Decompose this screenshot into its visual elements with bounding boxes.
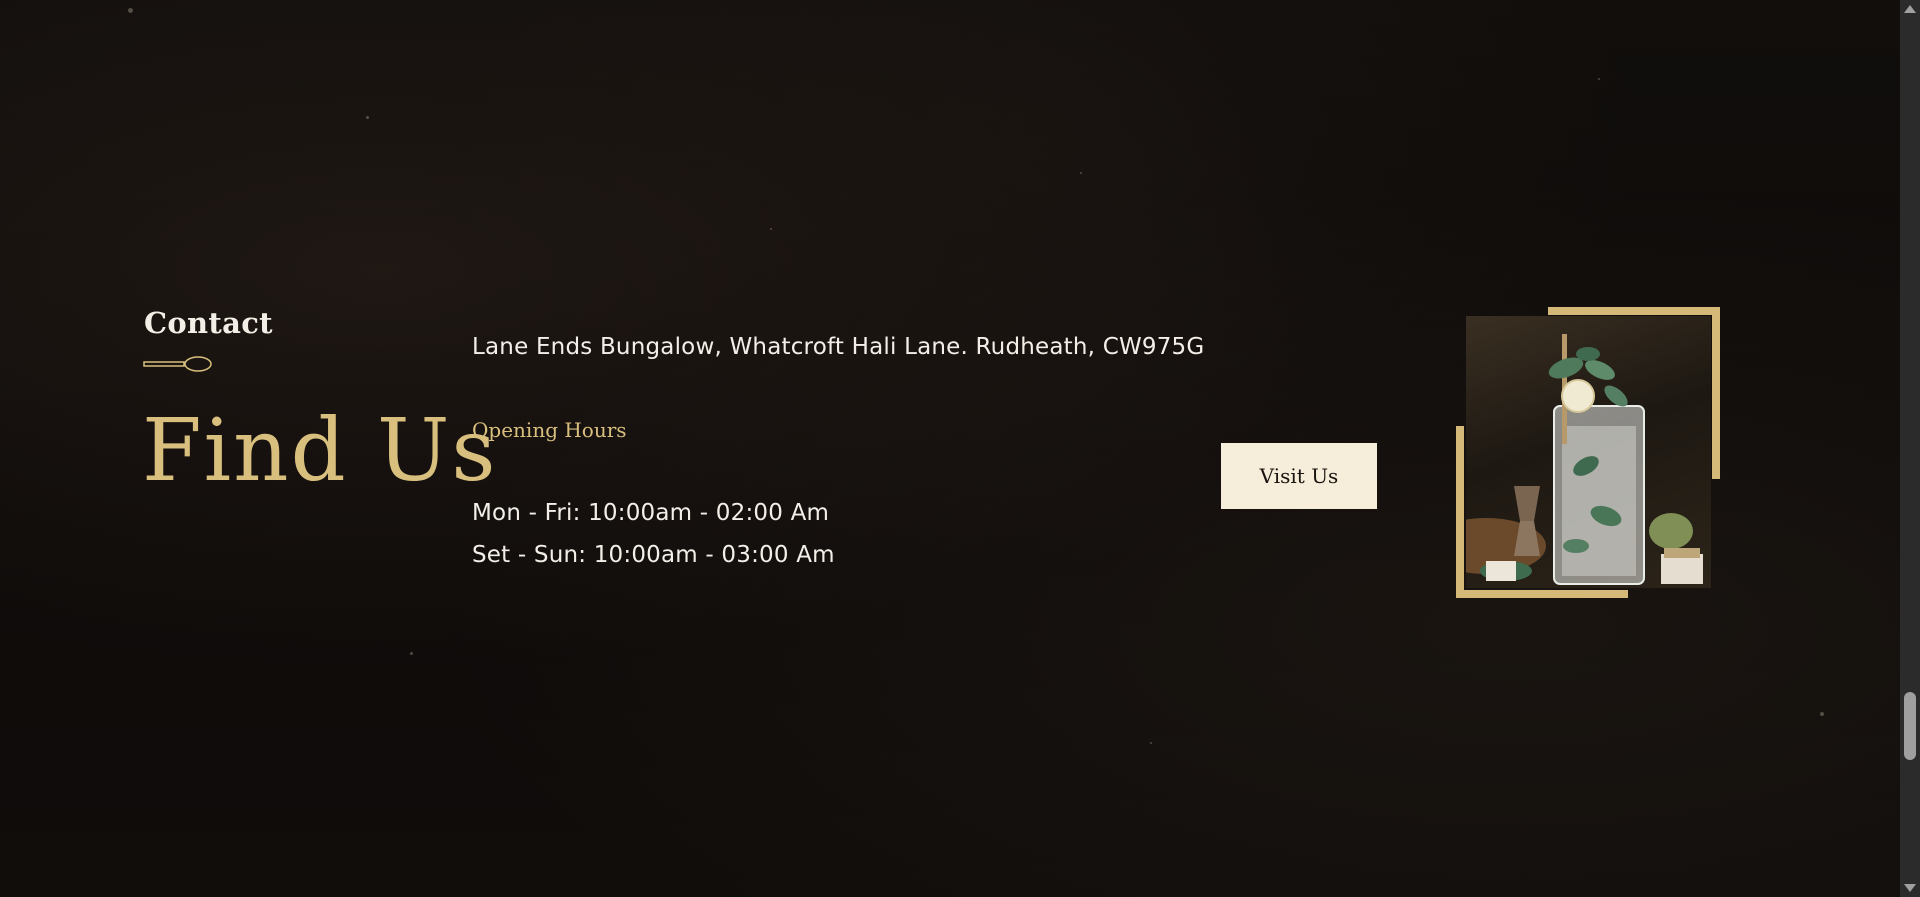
texture-speck	[366, 116, 369, 119]
cocktail-illustration	[1466, 334, 1703, 585]
texture-speck	[1150, 742, 1152, 744]
texture-speck	[410, 652, 413, 655]
visit-us-button[interactable]: Visit Us	[1221, 443, 1377, 509]
texture-speck	[1820, 712, 1824, 716]
scrollbar-thumb[interactable]	[1904, 692, 1916, 760]
spoon-icon	[143, 356, 212, 372]
texture-speck	[770, 228, 772, 230]
texture-speck	[1598, 78, 1600, 80]
section-eyebrow: Contact	[144, 306, 273, 340]
vertical-scrollbar[interactable]	[1900, 0, 1920, 897]
page-title: Find Us	[142, 401, 498, 501]
hours-weekend: Set - Sun: 10:00am - 03:00 Am	[472, 542, 835, 568]
page-background: Contact Find Us Lane Ends Bungalow, What…	[0, 0, 1900, 897]
texture-speck	[1080, 172, 1082, 174]
address-text: Lane Ends Bungalow, Whatcroft Hali Lane.…	[472, 334, 1205, 360]
cocktail-photo	[1466, 316, 1711, 588]
opening-hours-title: Opening Hours	[472, 418, 627, 442]
scroll-up-arrow-icon[interactable]	[1904, 5, 1916, 13]
scroll-down-arrow-icon[interactable]	[1904, 884, 1916, 892]
hours-weekdays: Mon - Fri: 10:00am - 02:00 Am	[472, 500, 830, 526]
texture-speck	[128, 8, 133, 13]
